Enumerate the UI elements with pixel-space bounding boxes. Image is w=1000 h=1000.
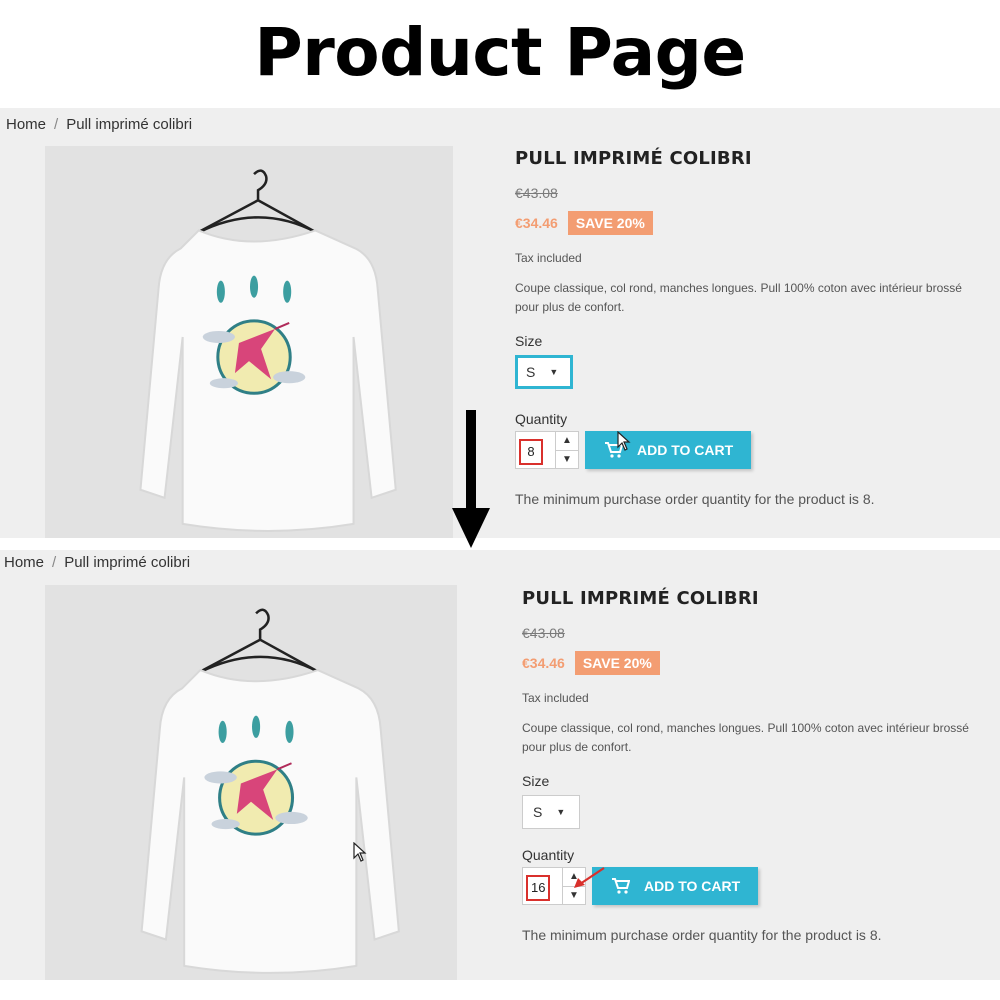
cart-icon (612, 878, 630, 894)
size-selected-value: S (526, 364, 536, 380)
product-page-before: Home / Pull imprimé colibri PULL IMPRIMÉ C… (0, 108, 1000, 538)
product-page-after: Home / Pull imprimé colibri PULL IMPRIMÉ C… (0, 550, 1000, 980)
quantity-label: Quantity (522, 847, 575, 863)
add-to-cart-button[interactable]: ADD TO CART (585, 431, 752, 469)
product-description: Coupe classique, col rond, manches longu… (522, 721, 969, 754)
quantity-input[interactable]: 16 (526, 875, 551, 901)
current-price: €34.46 (522, 655, 565, 671)
minimum-quantity-note: The minimum purchase order quantity for … (522, 927, 882, 943)
add-to-cart-label: ADD TO CART (637, 442, 734, 458)
product-image[interactable] (45, 585, 457, 980)
shirt-illustration (139, 169, 397, 532)
mouse-cursor-icon (353, 842, 367, 862)
caret-down-icon: ▼ (549, 367, 559, 377)
discount-badge: SAVE 20% (567, 211, 653, 235)
discount-badge: SAVE 20% (574, 651, 660, 675)
arrow-down-icon (452, 410, 490, 548)
quantity-input[interactable]: 8 (519, 439, 543, 465)
quantity-stepper: 8 ▲ ▼ (515, 431, 579, 469)
quantity-decrease-button[interactable]: ▼ (556, 450, 578, 468)
price-row: €34.46 SAVE 20% (515, 211, 985, 235)
old-price: €43.08 (515, 185, 558, 201)
breadcrumb: Home / Pull imprimé colibri (6, 116, 192, 133)
old-price: €43.08 (522, 625, 565, 641)
shirt-illustration (140, 608, 400, 974)
breadcrumb: Home / Pull imprimé colibri (4, 554, 190, 571)
page-title: Product Page (254, 14, 746, 91)
breadcrumb-current: Pull imprimé colibri (64, 554, 191, 571)
price-row: €34.46 SAVE 20% (522, 651, 992, 675)
size-select[interactable]: S ▼ (522, 795, 580, 829)
product-info: PULL IMPRIMÉ COLIBRI €43.08 €34.46 SAVE … (515, 148, 985, 507)
add-to-cart-label: ADD TO CART (644, 878, 741, 894)
breadcrumb-current: Pull imprimé colibri (66, 116, 193, 133)
mouse-cursor-icon (617, 431, 631, 451)
size-label: Size (522, 773, 550, 789)
quantity-increase-button[interactable]: ▲ (556, 432, 578, 450)
size-select[interactable]: S ▼ (515, 355, 573, 389)
caret-down-icon: ▼ (556, 807, 566, 817)
breadcrumb-separator: / (52, 554, 57, 571)
add-to-cart-button[interactable]: ADD TO CART (592, 867, 759, 905)
product-image[interactable] (45, 146, 453, 538)
breadcrumb-home-link[interactable]: Home (6, 116, 46, 133)
tax-note: Tax included (515, 251, 582, 265)
red-pointer-arrow-icon (574, 867, 605, 888)
breadcrumb-home-link[interactable]: Home (4, 554, 44, 571)
product-name: PULL IMPRIMÉ COLIBRI (522, 588, 759, 609)
quantity-row: 8 ▲ ▼ ADD TO CART (515, 431, 985, 469)
size-selected-value: S (533, 804, 543, 820)
product-description: Coupe classique, col rond, manches longu… (515, 281, 962, 314)
quantity-stepper-buttons: ▲ ▼ (555, 432, 578, 468)
minimum-quantity-note: The minimum purchase order quantity for … (515, 491, 875, 507)
size-label: Size (515, 333, 543, 349)
product-name: PULL IMPRIMÉ COLIBRI (515, 148, 752, 169)
breadcrumb-separator: / (54, 116, 59, 133)
tax-note: Tax included (522, 691, 589, 705)
current-price: €34.46 (515, 215, 558, 231)
quantity-label: Quantity (515, 411, 568, 427)
